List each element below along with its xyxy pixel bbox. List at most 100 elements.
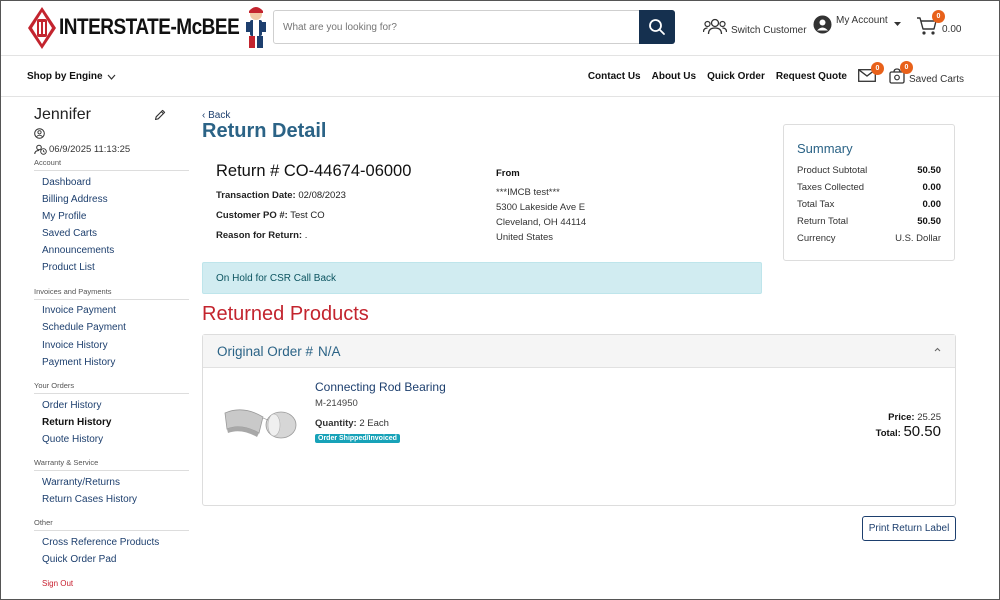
summary-row: Taxes Collected 0.00 xyxy=(797,179,941,196)
search-input[interactable] xyxy=(274,11,639,43)
last-login-date: 06/9/2025 11:13:25 xyxy=(49,144,131,155)
customer-po-value: Test CO xyxy=(290,210,325,221)
summary-label: Product Subtotal xyxy=(797,165,868,176)
price-value: 25.25 xyxy=(917,412,941,423)
sidebar-item-invoice-payment[interactable]: Invoice Payment xyxy=(34,303,189,320)
messages-button[interactable]: 0 xyxy=(858,62,884,85)
reason-for-return: Reason for Return: . xyxy=(216,230,307,241)
cart-total: 0.00 xyxy=(942,24,962,35)
sidebar-item-quick-order-pad[interactable]: Quick Order Pad xyxy=(34,552,189,569)
messages-count-badge: 0 xyxy=(871,62,884,75)
sidebar-item-invoice-history[interactable]: Invoice History xyxy=(34,337,189,354)
page-frame: INTERSTATE-McBEE What are you looking fo… xyxy=(0,0,1000,600)
sidebar-item-saved-carts[interactable]: Saved Carts xyxy=(34,225,189,242)
sidebar-item-announcements[interactable]: Announcements xyxy=(34,242,189,259)
summary-value: U.S. Dollar xyxy=(895,233,941,244)
reason-value: . xyxy=(304,230,308,241)
from-line: Cleveland, OH 44114 xyxy=(496,217,587,228)
sidebar-item-order-history[interactable]: Order History xyxy=(34,397,189,414)
from-address: From ***IMCB test*** 5300 Lakeside Ave E… xyxy=(496,166,586,245)
sidebar-group-other: Other Cross Reference Products Quick Ord… xyxy=(34,518,189,568)
chevron-up-icon xyxy=(934,347,941,352)
search-bar xyxy=(273,10,675,44)
summary-value: 0.00 xyxy=(922,182,942,193)
request-quote-link[interactable]: Request Quote xyxy=(776,71,847,82)
total-value: 50.50 xyxy=(903,423,941,440)
sidebar-heading: Invoices and Payments xyxy=(34,287,189,300)
summary-value: 50.50 xyxy=(917,165,941,176)
saved-carts-icon-button[interactable]: 0 xyxy=(889,61,913,87)
nav-bar: Shop by Engine Contact Us About Us Quick… xyxy=(1,57,999,97)
return-number-label: Return # xyxy=(216,162,280,180)
logo-diamond-icon xyxy=(28,7,56,49)
summary-row: Return Total 50.50 xyxy=(797,213,941,230)
last-login: 06/9/2025 11:13:25 xyxy=(34,144,189,155)
saved-carts-count-badge: 0 xyxy=(900,61,913,74)
print-return-label-button[interactable]: Print Return Label xyxy=(862,516,956,541)
my-account-label: My Account xyxy=(836,15,888,26)
account-circle-icon xyxy=(813,15,832,34)
quick-order-link[interactable]: Quick Order xyxy=(707,71,765,82)
search-button[interactable] xyxy=(639,10,675,44)
from-line: United States xyxy=(496,232,554,243)
search-icon xyxy=(649,19,665,35)
summary-value: 50.50 xyxy=(917,216,941,227)
logo[interactable]: INTERSTATE-McBEE xyxy=(27,4,269,52)
logo-text: INTERSTATE-McBEE xyxy=(59,15,240,40)
original-order-value: N/A xyxy=(318,343,341,359)
sidebar-item-payment-history[interactable]: Payment History xyxy=(34,354,189,371)
original-order-header[interactable]: Original Order # N/A xyxy=(203,335,955,368)
user-clock-icon xyxy=(34,144,47,155)
sidebar-group-account: Account Dashboard Billing Address My Pro… xyxy=(34,158,189,277)
sidebar-item-product-list[interactable]: Product List xyxy=(34,259,189,276)
summary-label: Taxes Collected xyxy=(797,182,865,193)
switch-customer-label: Switch Customer xyxy=(731,25,807,36)
returned-products-title: Returned Products xyxy=(202,303,369,325)
my-account-menu[interactable]: My Account xyxy=(813,15,901,34)
sidebar-item-return-cases-history[interactable]: Return Cases History xyxy=(34,491,189,508)
sidebar-item-return-history[interactable]: Return History xyxy=(34,414,189,431)
summary-label: Currency xyxy=(797,233,836,244)
edit-profile-button[interactable] xyxy=(154,109,166,124)
switch-customer-button[interactable]: Switch Customer xyxy=(703,17,807,36)
original-order-label: Original Order # xyxy=(217,343,314,359)
sidebar-item-billing-address[interactable]: Billing Address xyxy=(34,191,189,208)
nav-links: Contact Us About Us Quick Order Request … xyxy=(588,71,847,82)
sidebar-item-dashboard[interactable]: Dashboard xyxy=(34,174,189,191)
about-us-link[interactable]: About Us xyxy=(652,71,696,82)
sidebar-item-quote-history[interactable]: Quote History xyxy=(34,431,189,448)
sidebar-group-warranty: Warranty & Service Warranty/Returns Retu… xyxy=(34,458,189,508)
transaction-date-value: 02/08/2023 xyxy=(298,190,346,201)
summary-label: Return Total xyxy=(797,216,849,227)
sidebar-group-orders: Your Orders Order History Return History… xyxy=(34,381,189,448)
product-name-link[interactable]: Connecting Rod Bearing xyxy=(315,380,446,394)
return-number-heading: Return # CO-44674-06000 xyxy=(216,162,411,181)
status-alert: On Hold for CSR Call Back xyxy=(202,262,762,294)
product-price: Price: 25.25 xyxy=(888,412,941,423)
sidebar-heading: Warranty & Service xyxy=(34,458,189,472)
contact-us-link[interactable]: Contact Us xyxy=(588,71,641,82)
from-line: 5300 Lakeside Ave E xyxy=(496,202,586,213)
sidebar-item-schedule-payment[interactable]: Schedule Payment xyxy=(34,320,189,337)
quantity-label: Quantity: xyxy=(315,418,357,429)
quantity-value: 2 Each xyxy=(359,418,389,429)
cart-button[interactable]: 0 0.00 xyxy=(916,10,962,36)
sidebar-item-my-profile[interactable]: My Profile xyxy=(34,208,189,225)
total-label: Total: xyxy=(875,428,901,439)
reason-label: Reason for Return: xyxy=(216,230,303,241)
mascot-icon xyxy=(246,7,267,48)
product-sku: M-214950 xyxy=(315,398,358,409)
saved-carts-link[interactable]: Saved Carts xyxy=(909,74,964,85)
top-header: INTERSTATE-McBEE What are you looking fo… xyxy=(1,1,999,56)
summary-row: Product Subtotal 50.50 xyxy=(797,162,941,179)
sign-out-link[interactable]: Sign Out xyxy=(34,579,189,588)
summary-row: Currency U.S. Dollar xyxy=(797,230,941,247)
return-number-value: CO-44674-06000 xyxy=(283,162,412,180)
sidebar-item-warranty-returns[interactable]: Warranty/Returns xyxy=(34,474,189,491)
sidebar-heading: Your Orders xyxy=(34,381,189,394)
sidebar-item-cross-reference[interactable]: Cross Reference Products xyxy=(34,534,189,551)
original-order-card: Original Order # N/A Connecting Rod Bear… xyxy=(202,334,956,506)
shop-by-engine-menu[interactable]: Shop by Engine xyxy=(27,71,116,82)
sidebar-group-invoices: Invoices and Payments Invoice Payment Sc… xyxy=(34,287,189,371)
chevron-down-icon xyxy=(107,74,116,80)
